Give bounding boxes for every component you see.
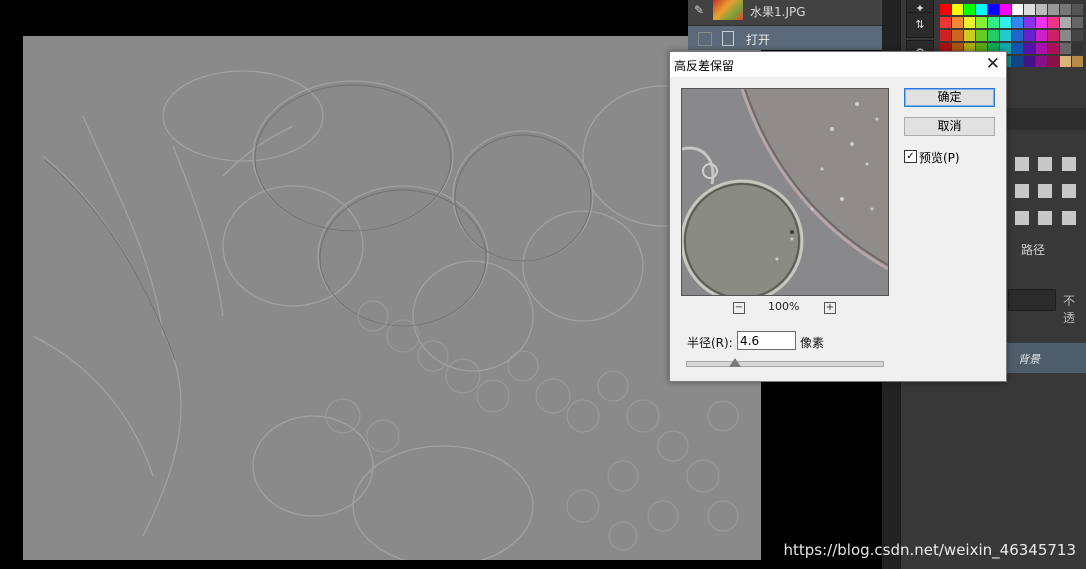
dialog-title: 高反差保留 — [674, 59, 735, 73]
exposure-icon[interactable] — [1062, 157, 1076, 171]
color-swatch[interactable] — [1060, 30, 1071, 41]
color-swatch[interactable] — [1036, 43, 1047, 54]
radius-input[interactable] — [737, 331, 796, 350]
unit-label: 像素 — [800, 336, 825, 350]
history-item-open[interactable]: 打开 — [688, 25, 882, 50]
zoom-out-button[interactable]: − — [733, 302, 745, 314]
filter-preview[interactable] — [681, 88, 889, 296]
color-swatch[interactable] — [1024, 43, 1035, 54]
color-swatch[interactable] — [952, 17, 963, 28]
color-swatch[interactable] — [988, 4, 999, 15]
color-swatch[interactable] — [1012, 17, 1023, 28]
color-swatch[interactable] — [1060, 4, 1071, 15]
close-icon[interactable]: ✕ — [986, 54, 1000, 74]
color-swatch[interactable] — [1012, 43, 1023, 54]
color-swatch[interactable] — [964, 17, 975, 28]
snapshot-thumbnail — [713, 0, 743, 20]
color-swatch[interactable] — [1000, 4, 1011, 15]
dialog-titlebar[interactable]: 高反差保留 ✕ — [670, 52, 1006, 77]
color-swatch[interactable] — [1024, 4, 1035, 15]
color-swatch[interactable] — [976, 30, 987, 41]
color-swatch[interactable] — [940, 17, 951, 28]
color-swatch[interactable] — [1048, 43, 1059, 54]
layer-name: 背景 — [1018, 353, 1040, 366]
watermark: https://blog.csdn.net/weixin_46345713 — [783, 541, 1076, 559]
color-swatch[interactable] — [1048, 30, 1059, 41]
zoom-level: 100% — [768, 300, 800, 313]
preview-checkbox[interactable]: ✓ — [904, 150, 917, 163]
color-swatch[interactable] — [1048, 4, 1059, 15]
color-swatch[interactable] — [976, 4, 987, 15]
color-swatch[interactable] — [1072, 17, 1083, 28]
history-panel: ✎ 水果1.JPG 打开 — [688, 0, 882, 50]
color-swatch[interactable] — [1024, 56, 1035, 67]
color-swatch[interactable] — [964, 30, 975, 41]
color-swatch[interactable] — [988, 17, 999, 28]
color-swatch[interactable] — [1012, 56, 1023, 67]
color-swatch[interactable] — [952, 4, 963, 15]
color-swatch[interactable] — [1012, 30, 1023, 41]
color-lookup-icon[interactable] — [1062, 184, 1076, 198]
history-brush-icon[interactable]: ✎ — [694, 3, 708, 17]
color-swatch[interactable] — [1036, 30, 1047, 41]
opacity-label: 不透 — [1063, 294, 1076, 325]
color-swatch[interactable] — [1072, 4, 1083, 15]
history-source-checkbox[interactable] — [698, 32, 712, 46]
radius-slider-track[interactable] — [686, 361, 884, 367]
invert-icon[interactable] — [1015, 211, 1029, 225]
preview-image — [682, 89, 888, 295]
color-swatch[interactable] — [940, 30, 951, 41]
color-swatch[interactable] — [976, 17, 987, 28]
color-swatch[interactable] — [1060, 17, 1071, 28]
color-swatch[interactable] — [1048, 56, 1059, 67]
channel-mixer-icon[interactable] — [1038, 184, 1052, 198]
color-swatch[interactable] — [1036, 17, 1047, 28]
color-swatch[interactable] — [1048, 17, 1059, 28]
color-swatch[interactable] — [1000, 17, 1011, 28]
color-swatch[interactable] — [1024, 30, 1035, 41]
history-item-label: 打开 — [746, 33, 771, 47]
selective-color-icon[interactable] — [1062, 211, 1076, 225]
color-swatch[interactable] — [1072, 30, 1083, 41]
radius-label: 半径(R): — [687, 336, 733, 350]
history-snapshot-row[interactable]: ✎ 水果1.JPG — [688, 0, 882, 24]
color-swatch[interactable] — [964, 4, 975, 15]
color-swatch[interactable] — [1060, 43, 1071, 54]
ok-button[interactable]: 确定 — [904, 88, 995, 107]
color-swatch[interactable] — [940, 4, 951, 15]
levels-icon[interactable] — [1015, 157, 1029, 171]
layer-row-background[interactable]: 背景 — [1005, 343, 1086, 373]
blend-mode-select[interactable] — [1008, 289, 1056, 311]
high-pass-image[interactable] — [23, 36, 761, 560]
history-snapshot-label: 水果1.JPG — [750, 5, 806, 19]
zoom-controls: − 100% + — [730, 300, 840, 316]
color-swatch[interactable] — [1060, 56, 1071, 67]
zoom-in-button[interactable]: + — [824, 302, 836, 314]
color-swatch[interactable] — [1036, 4, 1047, 15]
color-swatch[interactable] — [1000, 30, 1011, 41]
radius-slider-thumb[interactable] — [729, 358, 741, 367]
color-swatch[interactable] — [1072, 56, 1083, 67]
document-icon — [722, 31, 734, 46]
tab-paths[interactable]: 路径 — [1021, 241, 1045, 258]
preview-checkbox-label[interactable]: 预览(P) — [919, 149, 960, 166]
cancel-button[interactable]: 取消 — [904, 117, 995, 136]
color-swatch[interactable] — [1072, 43, 1083, 54]
history-panel-icon[interactable]: ⇅ — [906, 12, 934, 38]
color-swatch[interactable] — [988, 30, 999, 41]
color-swatch[interactable] — [952, 30, 963, 41]
vibrance-icon[interactable] — [1015, 184, 1029, 198]
high-pass-dialog: 高反差保留 ✕ − 100% + 半径(R): 像素 — [669, 51, 1007, 382]
color-swatch[interactable] — [1024, 17, 1035, 28]
curves-icon[interactable] — [1038, 157, 1052, 171]
high-pass-fruit-texture — [23, 36, 761, 560]
color-swatch[interactable] — [1036, 56, 1047, 67]
gradient-map-icon[interactable] — [1038, 211, 1052, 225]
color-swatch[interactable] — [1012, 4, 1023, 15]
